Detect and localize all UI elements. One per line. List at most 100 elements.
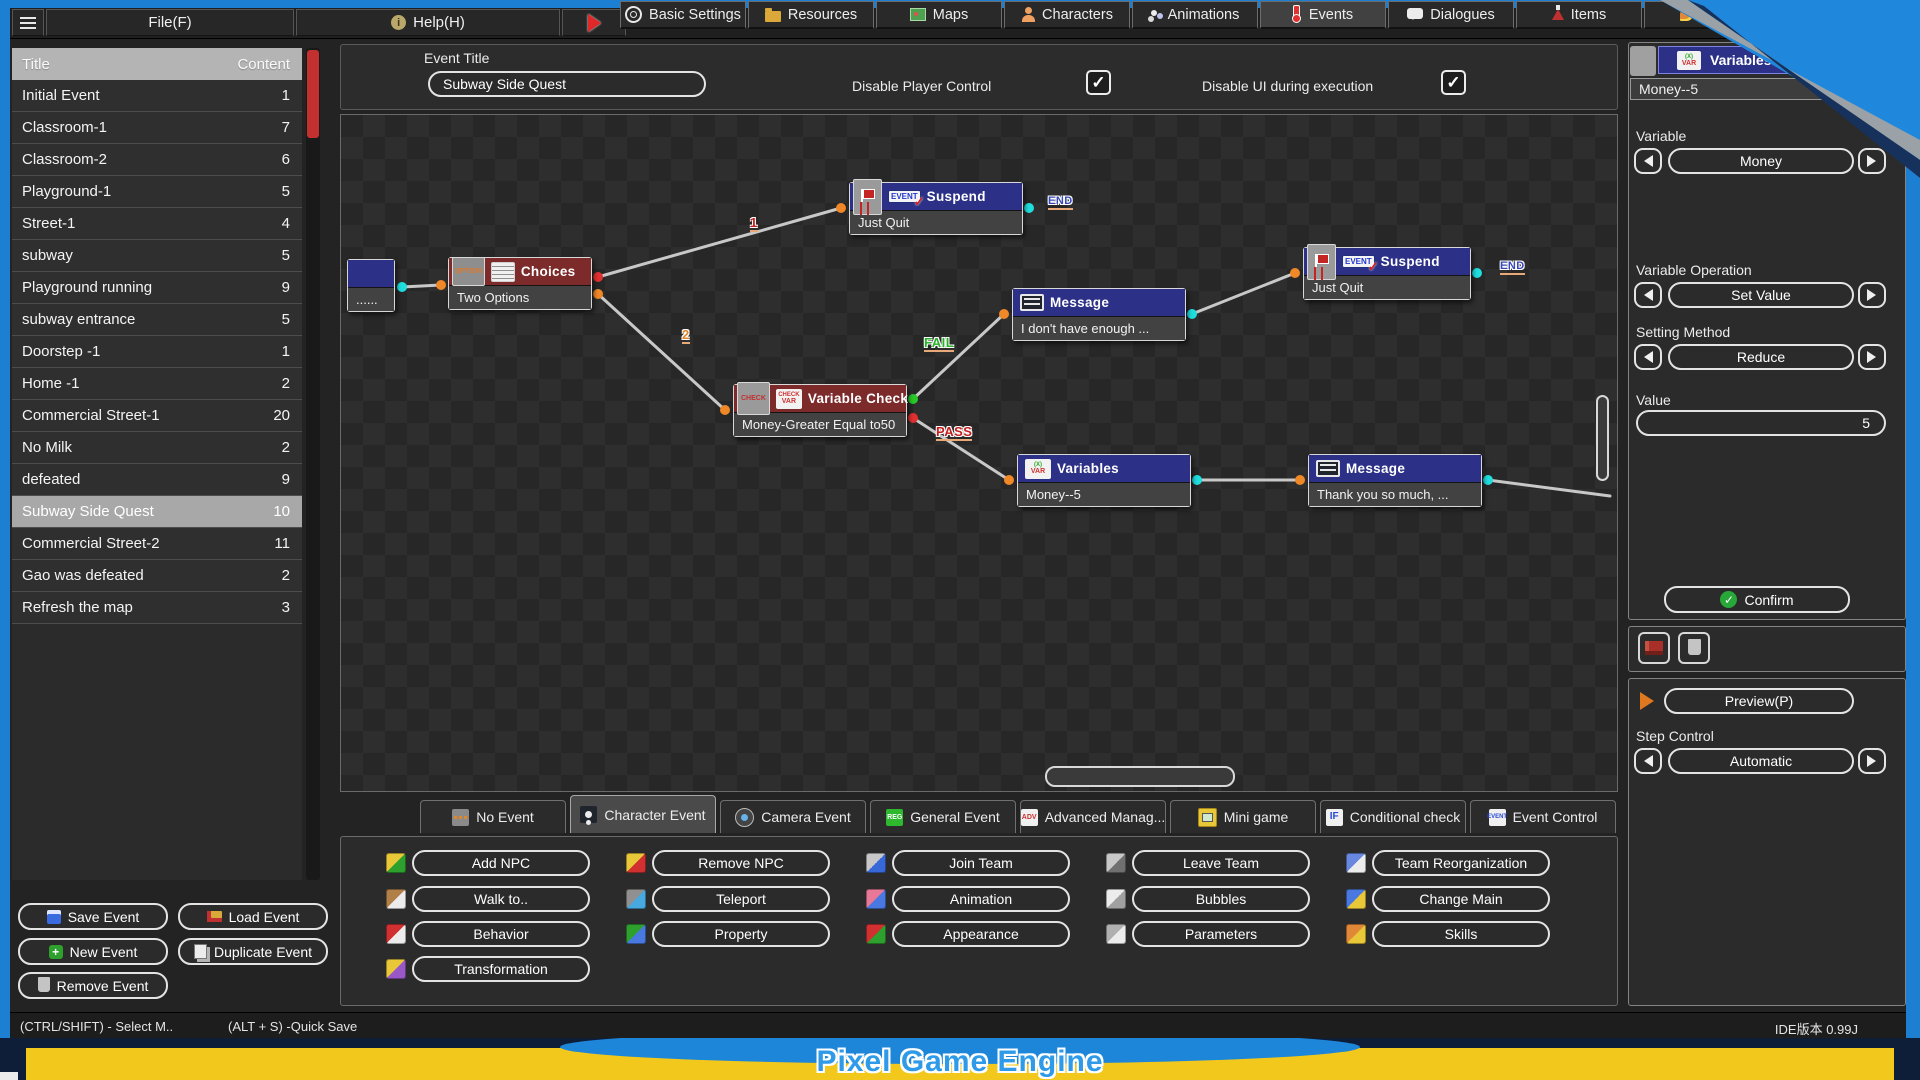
status-hint-1: (CTRL/SHIFT) - Select M.. [20,1019,173,1034]
tab-skill-trees[interactable]: Skill Trees [1772,1,1898,29]
tab-resources[interactable]: Resources [748,1,874,29]
tab-character-event[interactable]: Character Event [570,795,716,833]
event-list-row[interactable]: Home -12 [12,368,302,400]
event-list-row[interactable]: Gao was defeated2 [12,560,302,592]
method-select[interactable]: Reduce [1668,344,1854,370]
disable-ui-checkbox[interactable]: ✓ [1441,70,1466,95]
node-variable-check[interactable]: CHECK CHECKVAR Variable Check Money-Grea… [733,384,907,437]
load-event-button[interactable]: Load Event [178,903,328,930]
tab-mini-game[interactable]: Mini game [1170,800,1316,833]
node-stub[interactable]: ...... [347,259,395,312]
save-event-button[interactable]: Save Event [18,903,168,930]
tab-basic-settings[interactable]: Basic Settings [620,1,746,29]
event-list-row[interactable]: Commercial Street-120 [12,400,302,432]
bubbles-button[interactable]: Bubbles [1132,886,1310,912]
tab-general-event[interactable]: REG General Event [870,800,1016,833]
node-message-2[interactable]: Message Thank you so much, ... [1308,454,1482,507]
hamburger-menu-button[interactable] [12,9,44,36]
step-control-prev-button[interactable] [1634,748,1662,774]
preview-button[interactable]: Preview(P) [1664,688,1854,714]
event-list-row[interactable]: Classroom-26 [12,144,302,176]
animation-command-button[interactable]: Animation [892,886,1070,912]
event-list-row[interactable]: Doorstep -11 [12,336,302,368]
preview-label: Preview(P) [1725,693,1793,709]
canvas-horizontal-scrollbar-thumb[interactable] [1045,766,1235,787]
event-list-row[interactable]: subway entrance5 [12,304,302,336]
tab-advanced-manage[interactable]: ADV Advanced Manag... [1020,800,1166,833]
tab-dialogues[interactable]: Dialogues [1388,1,1514,29]
property-button[interactable]: Property [652,921,830,947]
step-control-next-button[interactable] [1858,748,1886,774]
duplicate-event-button[interactable]: Duplicate Event [178,938,328,965]
left-arrow-icon [1638,755,1653,767]
node-title: Variables [1057,461,1119,476]
event-list-row[interactable]: defeated9 [12,464,302,496]
teleport-button[interactable]: Teleport [652,886,830,912]
disable-player-control-checkbox[interactable]: ✓ [1086,70,1111,95]
tab-events[interactable]: Events [1260,1,1386,29]
operation-prev-button[interactable] [1634,282,1662,308]
event-list-row[interactable]: Classroom-17 [12,112,302,144]
walk-to-button[interactable]: Walk to.. [412,886,590,912]
event-list-scrollbar-thumb[interactable] [307,50,319,138]
event-list-row[interactable]: subway5 [12,240,302,272]
operation-next-button[interactable] [1858,282,1886,308]
leave-team-button[interactable]: Leave Team [1132,850,1310,876]
menu-help[interactable]: iHelp(H) [296,9,560,36]
node-variables[interactable]: (X)VAR Variables Money--5 [1017,454,1191,507]
behavior-button[interactable]: Behavior [412,921,590,947]
event-list-row[interactable]: Commercial Street-211 [12,528,302,560]
tab-event-control[interactable]: EVENT Event Control [1470,800,1616,833]
node-suspend-2[interactable]: EVENT✓ Suspend Just Quit [1303,247,1471,300]
appearance-button[interactable]: Appearance [892,921,1070,947]
tab-maps[interactable]: Maps [876,1,1002,29]
tab-animations[interactable]: Animations [1132,1,1258,29]
variable-select[interactable]: Money [1668,148,1854,174]
variable-next-button[interactable] [1858,148,1886,174]
event-block-button[interactable] [1638,632,1670,664]
step-control-select[interactable]: Automatic [1668,748,1854,774]
event-list-row[interactable]: Initial Event1 [12,80,302,112]
method-next-button[interactable] [1858,344,1886,370]
tab-label: Advanced Manag... [1045,809,1166,825]
node-message-1[interactable]: Message I don't have enough ... [1012,288,1186,341]
event-list-row[interactable]: Playground-15 [12,176,302,208]
row-content: 6 [282,151,302,168]
method-prev-button[interactable] [1634,344,1662,370]
tab-conditional-check[interactable]: IF Conditional check [1320,800,1466,833]
confirm-button[interactable]: ✓ Confirm [1664,586,1850,613]
menu-file[interactable]: File(F) [46,9,294,36]
tab-skills[interactable]: Skills [1644,1,1770,29]
run-button[interactable] [562,9,626,36]
add-npc-button[interactable]: Add NPC [412,850,590,876]
panel-collapse-button[interactable] [1630,46,1656,76]
team-reorganization-button[interactable]: Team Reorganization [1372,850,1550,876]
tab-characters[interactable]: Characters [1004,1,1130,29]
event-list-scrollbar[interactable] [306,48,320,880]
node-suspend-1[interactable]: EVENT✓ Suspend Just Quit [849,182,1023,235]
tab-items[interactable]: Items [1516,1,1642,29]
remove-event-button[interactable]: Remove Event [18,972,168,999]
operation-select[interactable]: Set Value [1668,282,1854,308]
join-team-button[interactable]: Join Team [892,850,1070,876]
event-list-row[interactable]: No Milk2 [12,432,302,464]
tab-no-event[interactable]: No Event [420,800,566,833]
transformation-button[interactable]: Transformation [412,956,590,982]
remove-npc-button[interactable]: Remove NPC [652,850,830,876]
canvas-vertical-scrollbar-thumb[interactable] [1596,395,1609,481]
parameters-button[interactable]: Parameters [1132,921,1310,947]
event-title-input[interactable]: Subway Side Quest [428,71,706,97]
node-choices[interactable]: OPTION Choices Two Options [448,257,592,310]
variable-prev-button[interactable] [1634,148,1662,174]
delete-node-button[interactable] [1678,632,1710,664]
value-input[interactable]: 5 [1636,410,1886,436]
change-main-button[interactable]: Change Main [1372,886,1550,912]
new-event-button[interactable]: + New Event [18,938,168,965]
event-control-icon: EVENT [1489,809,1506,826]
skills-command-button[interactable]: Skills [1372,921,1550,947]
event-list-row[interactable]: Refresh the map3 [12,592,302,624]
event-list-row-selected[interactable]: Subway Side Quest10 [12,496,302,528]
event-list-row[interactable]: Street-14 [12,208,302,240]
tab-camera-event[interactable]: Camera Event [720,800,866,833]
event-list-row[interactable]: Playground running9 [12,272,302,304]
